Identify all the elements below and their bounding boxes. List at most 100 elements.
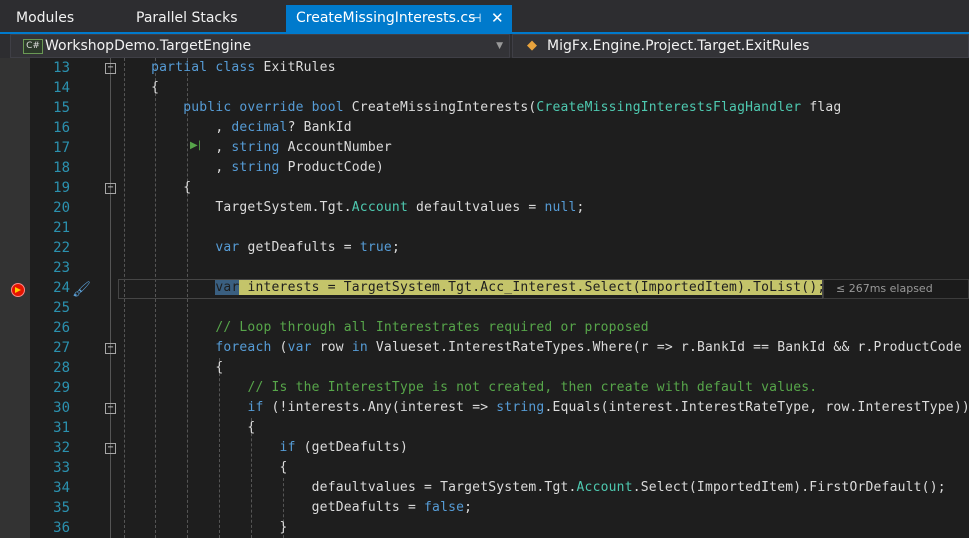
line-number: 13 xyxy=(53,60,70,76)
line-number: 30 xyxy=(53,400,70,416)
code-token: public override bool xyxy=(183,100,352,115)
collapse-icon[interactable]: − xyxy=(105,343,116,354)
code-line[interactable]: 23 xyxy=(0,258,969,278)
code-line[interactable]: 16 , decimal? BankId xyxy=(0,118,969,138)
code-token: in xyxy=(351,340,368,355)
line-number: 14 xyxy=(53,80,70,96)
collapse-icon[interactable]: − xyxy=(105,443,116,454)
code-line[interactable]: 36 } xyxy=(0,518,969,538)
code-line[interactable]: 32 − if (getDeafults) xyxy=(0,438,969,458)
code-token: TargetSystem.Tgt. xyxy=(119,200,352,215)
code-text: { xyxy=(119,358,223,378)
code-text: { xyxy=(119,458,288,478)
pin-icon[interactable]: ⊣ xyxy=(471,5,481,32)
line-number: 22 xyxy=(53,240,70,256)
run-to-click-icon[interactable]: ▶| xyxy=(190,140,201,151)
line-number: 33 xyxy=(53,460,70,476)
code-token: string xyxy=(496,400,545,415)
code-line[interactable]: 27 − foreach (var row in Valueset.Interes… xyxy=(0,338,969,358)
code-token: ExitRules xyxy=(263,60,336,75)
code-line[interactable]: 19 − { xyxy=(0,178,969,198)
line-number: 26 xyxy=(53,320,70,336)
code-line[interactable]: 31 { xyxy=(0,418,969,438)
code-line[interactable]: 21 xyxy=(0,218,969,238)
code-token: var xyxy=(215,240,240,255)
code-token: foreach xyxy=(215,340,272,355)
line-number: 21 xyxy=(53,220,70,236)
quick-actions-icon[interactable]: 🖌 xyxy=(72,280,91,298)
tab-parallel-stacks[interactable]: Parallel Stacks xyxy=(126,5,248,32)
close-icon[interactable]: ✕ xyxy=(491,5,504,32)
tab-create-missing-interests[interactable]: CreateMissingInterests.cs ⊣ ✕ xyxy=(286,5,512,32)
code-line[interactable]: 34 defaultvalues = TargetSystem.Tgt.Acco… xyxy=(0,478,969,498)
code-line[interactable]: 22 var getDeafults = true; xyxy=(0,238,969,258)
code-token: AccountNumber xyxy=(279,140,392,155)
line-number: 34 xyxy=(53,480,70,496)
code-text: TargetSystem.Tgt.Account defaultvalues =… xyxy=(119,198,585,218)
code-text: { xyxy=(119,418,255,438)
code-token: .Select(ImportedItem).FirstOrDefault(); xyxy=(632,480,946,495)
code-text: // Is the InterestType is not created, t… xyxy=(119,378,817,398)
project-dropdown[interactable]: C# WorkshopDemo.TargetEngine ▼ xyxy=(10,34,510,58)
code-line[interactable]: 28 { xyxy=(0,358,969,378)
line-number: 25 xyxy=(53,300,70,316)
code-token: row xyxy=(311,340,352,355)
code-line[interactable]: 14 { xyxy=(0,78,969,98)
code-line[interactable]: 30 − if (!interests.Any(interest => strin… xyxy=(0,398,969,418)
line-number: 19 xyxy=(53,180,70,196)
scope-dropdown[interactable]: ◆ MigFx.Engine.Project.Target.ExitRules xyxy=(512,34,969,58)
code-token: ; xyxy=(464,500,473,515)
code-token: (!interests.Any(interest => xyxy=(263,400,497,415)
line-number: 31 xyxy=(53,420,70,436)
line-number: 24 xyxy=(53,280,70,296)
line-number: 23 xyxy=(53,260,70,276)
code-token: CreateMissingInterests( xyxy=(351,100,537,115)
code-token: defaultvalues = xyxy=(407,200,545,215)
code-editor[interactable]: 13 − partial class ExitRules 14 {15 public… xyxy=(0,58,969,538)
code-token: getDeafults = xyxy=(119,500,425,515)
code-line[interactable]: 13 − partial class ExitRules xyxy=(0,58,969,78)
code-text: var getDeafults = true; xyxy=(119,238,400,258)
perf-tip: ≤ 267ms elapsed xyxy=(823,279,969,299)
code-text: // Loop through all Interestrates requir… xyxy=(119,318,649,338)
scope-name: MigFx.Engine.Project.Target.ExitRules xyxy=(547,38,810,54)
code-token: Account xyxy=(351,200,408,215)
code-text: , string AccountNumber xyxy=(119,138,392,158)
code-line[interactable]: 17 , string AccountNumber xyxy=(0,138,969,158)
collapse-icon[interactable]: − xyxy=(105,63,116,74)
tab-modules[interactable]: Modules xyxy=(6,5,84,32)
code-token: ; xyxy=(576,200,585,215)
project-name: WorkshopDemo.TargetEngine xyxy=(45,38,252,54)
code-token: , xyxy=(119,120,232,135)
line-number: 29 xyxy=(53,380,70,396)
code-token: ; xyxy=(391,240,400,255)
collapse-icon[interactable]: − xyxy=(105,183,116,194)
code-line[interactable]: 18 , string ProductCode) xyxy=(0,158,969,178)
code-line[interactable]: 15 public override bool CreateMissingInt… xyxy=(0,98,969,118)
code-text: } xyxy=(119,518,288,538)
code-token: // Is the InterestType is not created, t… xyxy=(247,380,818,395)
code-line[interactable]: 25 xyxy=(0,298,969,318)
code-token: if xyxy=(247,400,264,415)
code-token: Account xyxy=(576,480,633,495)
code-token: var xyxy=(287,340,312,355)
tab-bar: Modules Parallel Stacks CreateMissingInt… xyxy=(0,0,969,34)
code-line[interactable]: 29 // Is the InterestType is not created… xyxy=(0,378,969,398)
code-token: partial class xyxy=(151,60,264,75)
code-line[interactable]: 33 { xyxy=(0,458,969,478)
code-line[interactable]: 20 TargetSystem.Tgt.Account defaultvalue… xyxy=(0,198,969,218)
breakpoint-current-icon[interactable] xyxy=(11,283,25,297)
csharp-project-icon: C# xyxy=(23,39,43,54)
code-line[interactable]: 26 // Loop through all Interestrates req… xyxy=(0,318,969,338)
line-number: 20 xyxy=(53,200,70,216)
collapse-icon[interactable]: − xyxy=(105,403,116,414)
code-line[interactable]: 35 getDeafults = false; xyxy=(0,498,969,518)
code-token: decimal xyxy=(231,120,288,135)
code-token: { xyxy=(119,180,192,195)
line-number: 27 xyxy=(53,340,70,356)
